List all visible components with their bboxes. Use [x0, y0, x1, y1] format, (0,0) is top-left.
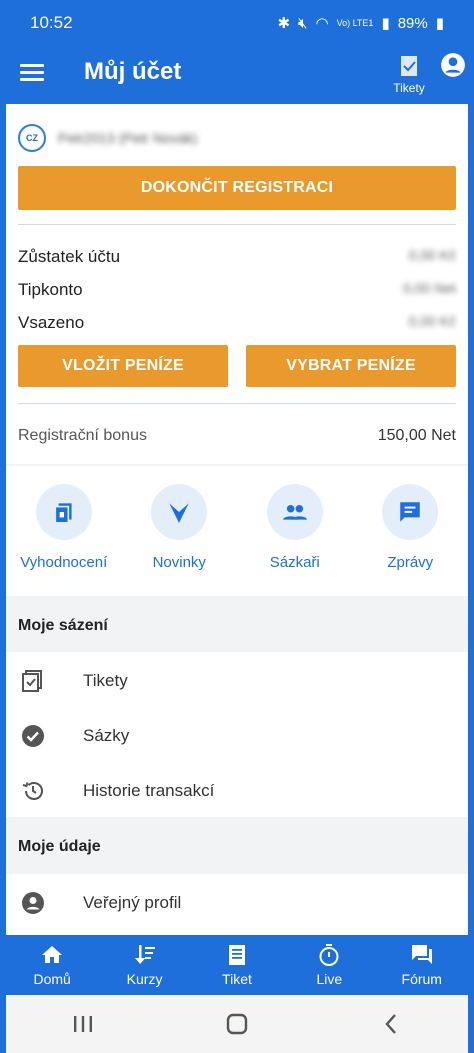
username: Petr2013 (Petr Novák) — [58, 130, 198, 146]
home-icon — [42, 946, 63, 963]
balance-value: 0,00 Kč — [408, 313, 456, 329]
balance-value: 0,00 Net — [403, 280, 456, 296]
ticket-icon — [228, 945, 245, 965]
check-circle-icon — [20, 723, 46, 749]
nav-label: Tiket — [222, 971, 252, 987]
app-screen: 10:52 ✱ 🔇︎ ◠ Vo) LTE1 ▮ 89% ▮ Můj účet T… — [6, 0, 468, 1053]
divider — [18, 224, 456, 225]
balance-row-account: Zůstatek účtu 0,00 Kč — [18, 247, 456, 267]
list-item-profil[interactable]: Veřejný profil — [6, 875, 468, 930]
section-heading-betting: Moje sázení — [18, 617, 108, 634]
nav-label: Domů — [33, 971, 71, 987]
battery-level: 89% — [397, 14, 428, 32]
profile-icon — [20, 890, 46, 916]
bonus-label: Registrační bonus — [18, 427, 147, 444]
list-item-label: Tikety — [83, 670, 128, 690]
forum-icon — [411, 945, 432, 964]
list-item-tikety[interactable]: Tikety — [6, 653, 468, 708]
nav-home[interactable]: Domů — [12, 935, 92, 995]
mute-icon: 🔇︎ — [298, 14, 308, 32]
shortcut-label: Sázkaři — [269, 554, 320, 571]
shortcuts-card: Vyhodnocení Novinky Sázkaři Zprávy — [6, 466, 468, 596]
tickets-icon — [20, 668, 46, 694]
shortcut-zpravy[interactable]: Zprávy — [355, 484, 465, 571]
data-list: Veřejný profil — [6, 874, 468, 935]
list-item-label: Historie transakcí — [83, 780, 215, 800]
messages-icon — [382, 484, 439, 540]
page-title: Můj účet — [84, 58, 182, 85]
nav-label: Kurzy — [126, 971, 163, 987]
complete-registration-button[interactable]: DOKONČIT REGISTRACI — [18, 166, 456, 210]
evaluation-icon — [35, 484, 92, 540]
back-icon[interactable] — [371, 1009, 411, 1039]
list-item-label: Sázky — [83, 725, 130, 745]
account-card: CZ Petr2013 (Petr Novák) DOKONČIT REGIST… — [6, 104, 468, 464]
registration-bonus-row: Registrační bonus 150,00 Net — [18, 427, 456, 445]
nav-live[interactable]: Live — [289, 935, 369, 995]
status-bar: 10:52 ✱ 🔇︎ ◠ Vo) LTE1 ▮ 89% ▮ — [6, 0, 468, 46]
status-time: 10:52 — [30, 13, 73, 32]
tikety-button[interactable]: Tikety — [390, 54, 428, 95]
bottom-nav: Domů Kurzy Tiket Live Fórum — [6, 935, 468, 995]
network-label: Vo) LTE1 — [336, 18, 374, 28]
balance-row-tipkonto: Tipkonto 0,00 Net — [18, 280, 456, 300]
tikety-label: Tikety — [393, 81, 425, 95]
wifi-icon: ◠ — [315, 15, 329, 32]
withdraw-button[interactable]: VYBRAT PENÍZE — [246, 345, 456, 387]
betting-list: Tikety Sázky Historie transakcí — [6, 652, 468, 817]
bluetooth-icon: ✱ — [277, 15, 291, 32]
recent-apps-icon[interactable] — [63, 1009, 103, 1039]
ticket-check-icon — [401, 56, 417, 76]
app-bar: Můj účet Tikety — [6, 46, 468, 104]
stopwatch-icon — [319, 944, 339, 966]
balance-label: Vsazeno — [18, 313, 85, 332]
odds-icon — [134, 945, 155, 964]
status-icons: ✱ 🔇︎ ◠ Vo) LTE1 ▮ 89% ▮ — [277, 14, 444, 33]
bettors-icon — [266, 484, 323, 540]
balance-label: Zůstatek účtu — [18, 247, 121, 266]
signal-icon: ▮ — [381, 15, 390, 32]
user-logo: CZ — [18, 124, 46, 152]
history-icon — [20, 778, 46, 804]
shortcut-vyhodnoceni[interactable]: Vyhodnocení — [9, 484, 119, 571]
shortcuts: Vyhodnocení Novinky Sázkaři Zprávy — [6, 466, 468, 571]
menu-icon[interactable] — [20, 61, 44, 85]
battery-icon: ▮ — [435, 15, 444, 32]
shortcut-label: Novinky — [152, 554, 206, 571]
list-item-label: Veřejný profil — [83, 892, 182, 912]
shortcut-label: Zprávy — [387, 554, 434, 571]
list-item-sazky[interactable]: Sázky — [6, 708, 468, 763]
section-heading-data: Moje údaje — [18, 838, 101, 855]
deposit-button[interactable]: VLOŽIT PENÍZE — [18, 345, 228, 387]
shortcut-label: Vyhodnocení — [20, 554, 108, 571]
nav-tiket[interactable]: Tiket — [197, 935, 277, 995]
list-item-historie[interactable]: Historie transakcí — [6, 763, 468, 818]
account-icon[interactable] — [440, 52, 466, 78]
balance-row-vsazeno: Vsazeno 0,00 Kč — [18, 313, 456, 333]
shortcut-sazkari[interactable]: Sázkaři — [240, 484, 350, 571]
nav-kurzy[interactable]: Kurzy — [105, 935, 185, 995]
balance-label: Tipkonto — [18, 280, 83, 299]
nav-forum[interactable]: Fórum — [382, 935, 462, 995]
shortcut-novinky[interactable]: Novinky — [124, 484, 234, 571]
user-row: CZ Petr2013 (Petr Novák) — [18, 122, 197, 154]
balance-value: 0,00 Kč — [408, 247, 456, 263]
news-icon — [151, 484, 208, 540]
nav-label: Fórum — [401, 971, 442, 987]
divider — [18, 403, 456, 404]
bonus-value: 150,00 Net — [377, 427, 456, 444]
home-button-icon[interactable] — [217, 1009, 257, 1039]
system-nav-bar — [6, 995, 468, 1053]
nav-label: Live — [316, 971, 343, 987]
